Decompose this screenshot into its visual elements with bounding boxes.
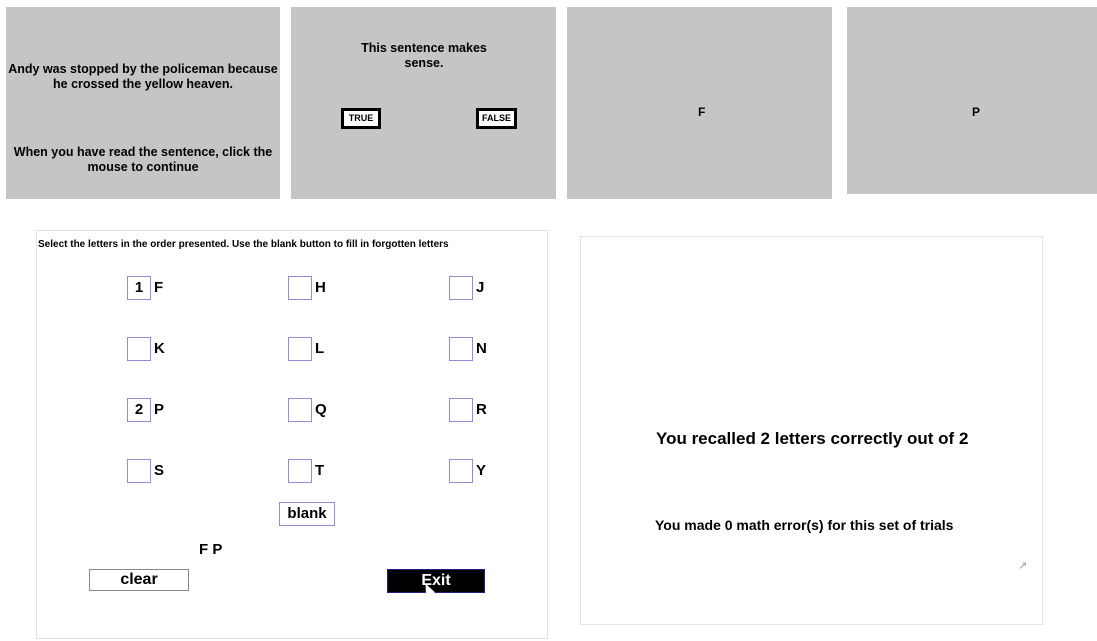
blank-button[interactable]: blank (279, 502, 335, 526)
order-box[interactable] (449, 459, 473, 483)
order-box[interactable]: 1 (127, 276, 151, 300)
letter-panel-2: P (847, 7, 1097, 194)
letter-option-p[interactable]: 2 P (127, 398, 187, 422)
result-screen: You recalled 2 letters correctly out of … (580, 236, 1043, 625)
letter-label: P (154, 401, 165, 418)
order-box[interactable] (449, 276, 473, 300)
letter-label: R (476, 401, 487, 418)
order-box[interactable] (449, 337, 473, 361)
letter-option-t[interactable]: T (288, 459, 348, 483)
letter-panel-1: F (567, 7, 832, 199)
order-box[interactable] (288, 337, 312, 361)
presented-letter: P (972, 105, 981, 119)
letter-label: J (476, 279, 485, 296)
recall-result-text: You recalled 2 letters correctly out of … (656, 429, 969, 448)
letter-option-r[interactable]: R (449, 398, 509, 422)
presented-letter: F (698, 105, 706, 119)
letter-label: Y (476, 462, 487, 479)
letter-label: L (315, 340, 325, 357)
mouse-cursor-icon: ↗ (1018, 560, 1028, 572)
letter-option-f[interactable]: 1 F (127, 276, 187, 300)
order-box[interactable] (127, 459, 151, 483)
order-box[interactable] (288, 459, 312, 483)
letter-option-k[interactable]: K (127, 337, 187, 361)
false-button[interactable]: FALSE (476, 108, 517, 129)
order-box[interactable] (127, 337, 151, 361)
letter-option-j[interactable]: J (449, 276, 509, 300)
true-button[interactable]: TRUE (341, 108, 381, 129)
clear-button[interactable]: clear (89, 569, 189, 591)
letter-label: K (154, 340, 165, 357)
order-box[interactable] (449, 398, 473, 422)
letter-label: H (315, 279, 326, 296)
letter-label: F (154, 279, 164, 296)
letter-label: N (476, 340, 487, 357)
continue-instruction: When you have read the sentence, click t… (13, 145, 273, 174)
letter-option-s[interactable]: S (127, 459, 187, 483)
recall-instruction: Select the letters in the order presente… (38, 239, 449, 250)
exit-button[interactable]: Exit (387, 569, 485, 593)
letter-option-y[interactable]: Y (449, 459, 509, 483)
letter-option-n[interactable]: N (449, 337, 509, 361)
letter-option-h[interactable]: H (288, 276, 348, 300)
sentence-panel[interactable]: Andy was stopped by the policeman becaus… (6, 7, 280, 199)
judgment-panel: This sentence makes sense. TRUE FALSE (291, 7, 556, 199)
recall-screen: Select the letters in the order presente… (36, 230, 548, 639)
letter-label: T (315, 462, 325, 479)
letter-label: S (154, 462, 165, 479)
letter-label: Q (315, 401, 327, 418)
order-box[interactable] (288, 398, 312, 422)
letter-option-q[interactable]: Q (288, 398, 348, 422)
selected-sequence: F P (199, 541, 223, 558)
math-error-text: You made 0 math error(s) for this set of… (655, 517, 954, 533)
order-box[interactable] (288, 276, 312, 300)
order-box[interactable]: 2 (127, 398, 151, 422)
letter-option-l[interactable]: L (288, 337, 348, 361)
sentence-text: Andy was stopped by the policeman becaus… (8, 62, 278, 91)
judgment-question: This sentence makes sense. (361, 41, 487, 70)
